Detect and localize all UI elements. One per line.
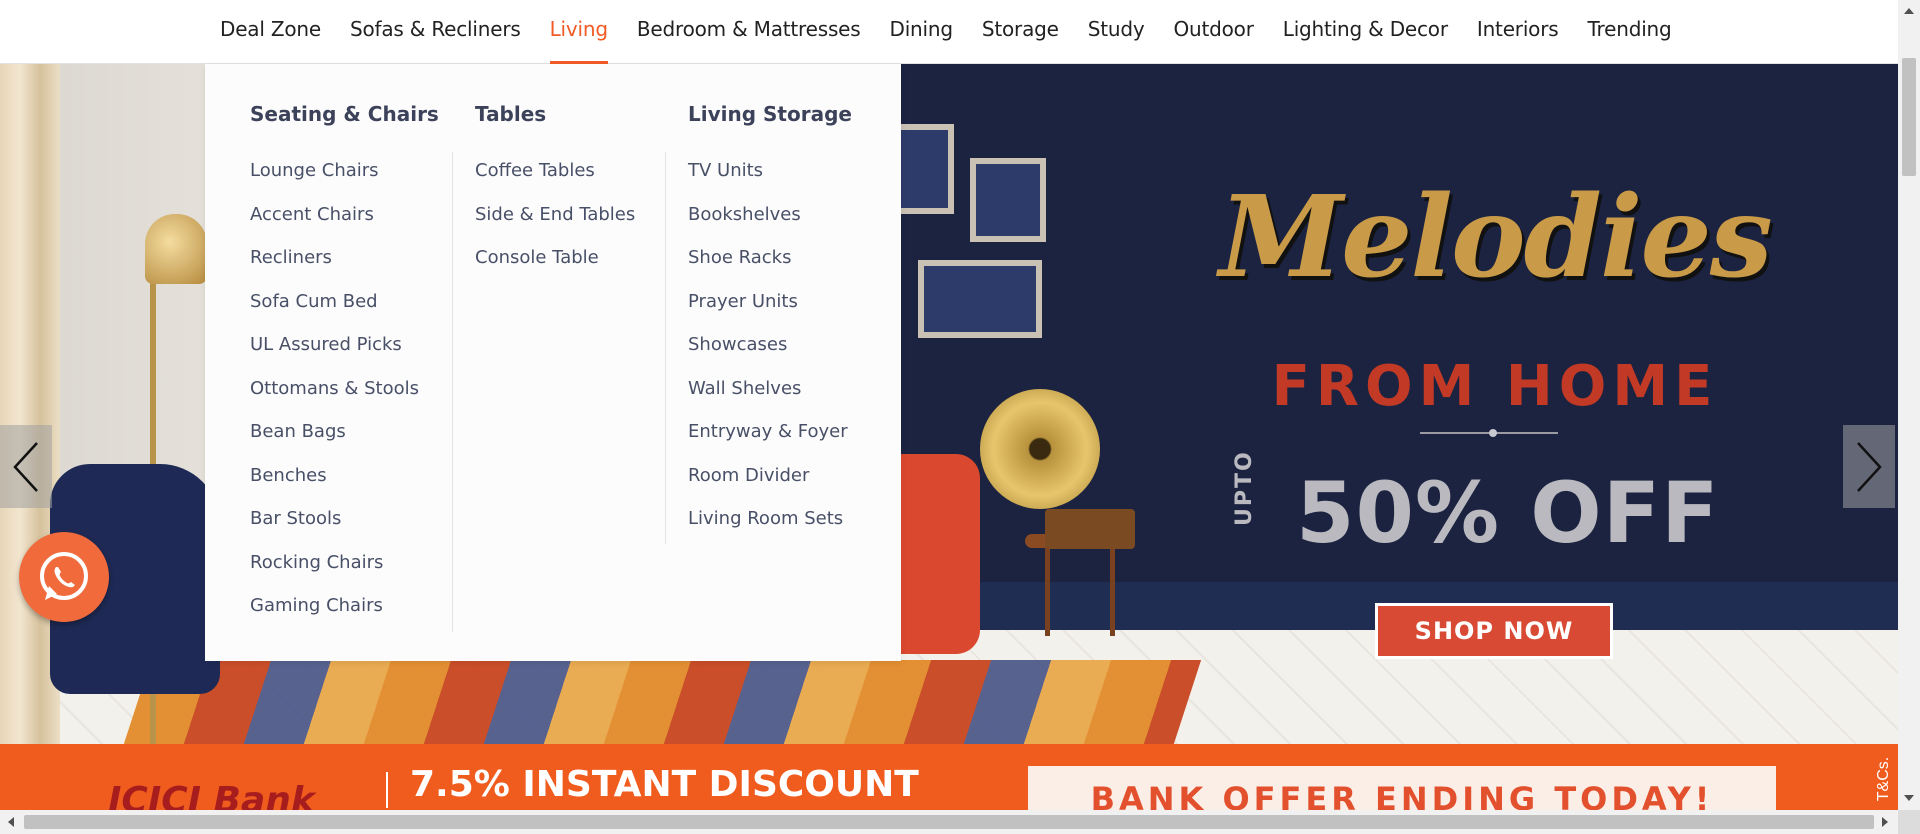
nav-item-living[interactable]: Living [549, 0, 609, 64]
side-table-leg [1045, 546, 1050, 636]
menu-item-shoe-racks[interactable]: Shoe Racks [688, 247, 848, 291]
menu-item-tv-units[interactable]: TV Units [688, 160, 848, 204]
nav-item-deal-zone[interactable]: Deal Zone [220, 0, 321, 64]
menu-column-divider [452, 152, 453, 632]
menu-item-rocking-chairs[interactable]: Rocking Chairs [250, 552, 419, 596]
floor-lamp-shade [145, 214, 207, 284]
menu-item-bean-bags[interactable]: Bean Bags [250, 421, 419, 465]
chevron-right-icon [1857, 441, 1882, 492]
nav-item-trending[interactable]: Trending [1587, 0, 1671, 64]
nav-item-dining[interactable]: Dining [890, 0, 954, 64]
menu-item-lounge-chairs[interactable]: Lounge Chairs [250, 160, 419, 204]
hero-divider-dot [1489, 429, 1497, 437]
menu-item-wall-shelves[interactable]: Wall Shelves [688, 378, 848, 422]
shop-now-button[interactable]: SHOP NOW [1375, 603, 1613, 659]
bank-tc[interactable]: T&Cs. [1875, 757, 1893, 801]
hero-subheadline: FROM HOME [1271, 354, 1719, 419]
menu-list-seating: Lounge Chairs Accent Chairs Recliners Sofa … [250, 160, 419, 639]
menu-item-showcases[interactable]: Showcases [688, 334, 848, 378]
bank-offer-message: BANK OFFER ENDING TODAY! [1028, 766, 1776, 810]
bank-discount: 7.5% INSTANT DISCOUNT [410, 764, 919, 805]
gramophone [980, 389, 1100, 509]
bank-logo: ICICI Bank [108, 780, 315, 810]
menu-item-benches[interactable]: Benches [250, 465, 419, 509]
scroll-down-icon[interactable] [1904, 795, 1914, 801]
menu-item-console-table[interactable]: Console Table [475, 247, 635, 291]
main-nav: Deal Zone Sofas & Recliners Living Bedroom … [0, 0, 1898, 64]
menu-item-side-and-end-tables[interactable]: Side & End Tables [475, 204, 635, 248]
vertical-scroll-thumb[interactable] [1902, 58, 1916, 176]
menu-heading-seating[interactable]: Seating & Chairs [250, 102, 439, 126]
carousel-prev-button[interactable] [0, 425, 52, 508]
menu-heading-tables[interactable]: Tables [475, 102, 546, 126]
page-viewport: Melodies FROM HOME UPTO 50% OFF SHOP NOW… [0, 0, 1898, 810]
menu-item-bar-stools[interactable]: Bar Stools [250, 508, 419, 552]
horizontal-scrollbar[interactable] [0, 810, 1898, 834]
scroll-right-icon[interactable] [1882, 817, 1888, 827]
living-mega-menu: Seating & Chairs Lounge Chairs Accent Cha… [205, 64, 901, 661]
menu-column-divider [665, 152, 666, 544]
menu-item-coffee-tables[interactable]: Coffee Tables [475, 160, 635, 204]
hero-headline: Melodies [1219, 172, 1773, 303]
side-table-leg [1110, 546, 1115, 636]
menu-item-room-divider[interactable]: Room Divider [688, 465, 848, 509]
menu-item-accent-chairs[interactable]: Accent Chairs [250, 204, 419, 248]
menu-item-ul-assured-picks[interactable]: UL Assured Picks [250, 334, 419, 378]
menu-list-tables: Coffee Tables Side & End Tables Console Ta… [475, 160, 635, 291]
wall-frame [918, 260, 1042, 338]
whatsapp-button[interactable] [19, 532, 109, 622]
whatsapp-icon [40, 552, 88, 600]
nav-item-storage[interactable]: Storage [982, 0, 1059, 64]
carousel-next-button[interactable] [1843, 425, 1895, 508]
menu-item-living-room-sets[interactable]: Living Room Sets [688, 508, 848, 552]
scrollbar-corner [1898, 810, 1920, 834]
nav-item-interiors[interactable]: Interiors [1477, 0, 1559, 64]
chevron-left-icon [13, 441, 38, 492]
nav-item-study[interactable]: Study [1088, 0, 1145, 64]
nav-item-bedroom-and-mattresses[interactable]: Bedroom & Mattresses [637, 0, 861, 64]
gramophone-base [1045, 509, 1135, 549]
vertical-scrollbar[interactable] [1898, 0, 1920, 810]
wall-frame [892, 124, 954, 214]
scroll-left-icon[interactable] [8, 817, 14, 827]
hero-rug [108, 660, 1202, 744]
menu-item-prayer-units[interactable]: Prayer Units [688, 291, 848, 335]
nav-item-outdoor[interactable]: Outdoor [1173, 0, 1253, 64]
menu-item-sofa-cum-bed[interactable]: Sofa Cum Bed [250, 291, 419, 335]
menu-item-gaming-chairs[interactable]: Gaming Chairs [250, 595, 419, 639]
bank-separator [386, 772, 388, 808]
horizontal-scroll-thumb[interactable] [24, 815, 1874, 829]
menu-heading-living-storage[interactable]: Living Storage [688, 102, 852, 126]
menu-item-recliners[interactable]: Recliners [250, 247, 419, 291]
menu-item-entryway-and-foyer[interactable]: Entryway & Foyer [688, 421, 848, 465]
offer-value: 50% OFF [1296, 464, 1720, 562]
menu-item-bookshelves[interactable]: Bookshelves [688, 204, 848, 248]
wall-frame [970, 158, 1046, 242]
scroll-up-icon[interactable] [1904, 8, 1914, 14]
nav-item-sofas-and-recliners[interactable]: Sofas & Recliners [350, 0, 521, 64]
menu-item-ottomans-and-stools[interactable]: Ottomans & Stools [250, 378, 419, 422]
main-nav-list: Deal Zone Sofas & Recliners Living Bedroom … [220, 0, 1701, 64]
offer-prefix: UPTO [1232, 450, 1257, 526]
nav-item-lighting-and-decor[interactable]: Lighting & Decor [1283, 0, 1448, 64]
menu-list-living-storage: TV Units Bookshelves Shoe Racks Prayer Unit… [688, 160, 848, 552]
bank-offer-strip[interactable]: ICICI Bank 7.5% INSTANT DISCOUNT BANK OF… [0, 744, 1898, 810]
